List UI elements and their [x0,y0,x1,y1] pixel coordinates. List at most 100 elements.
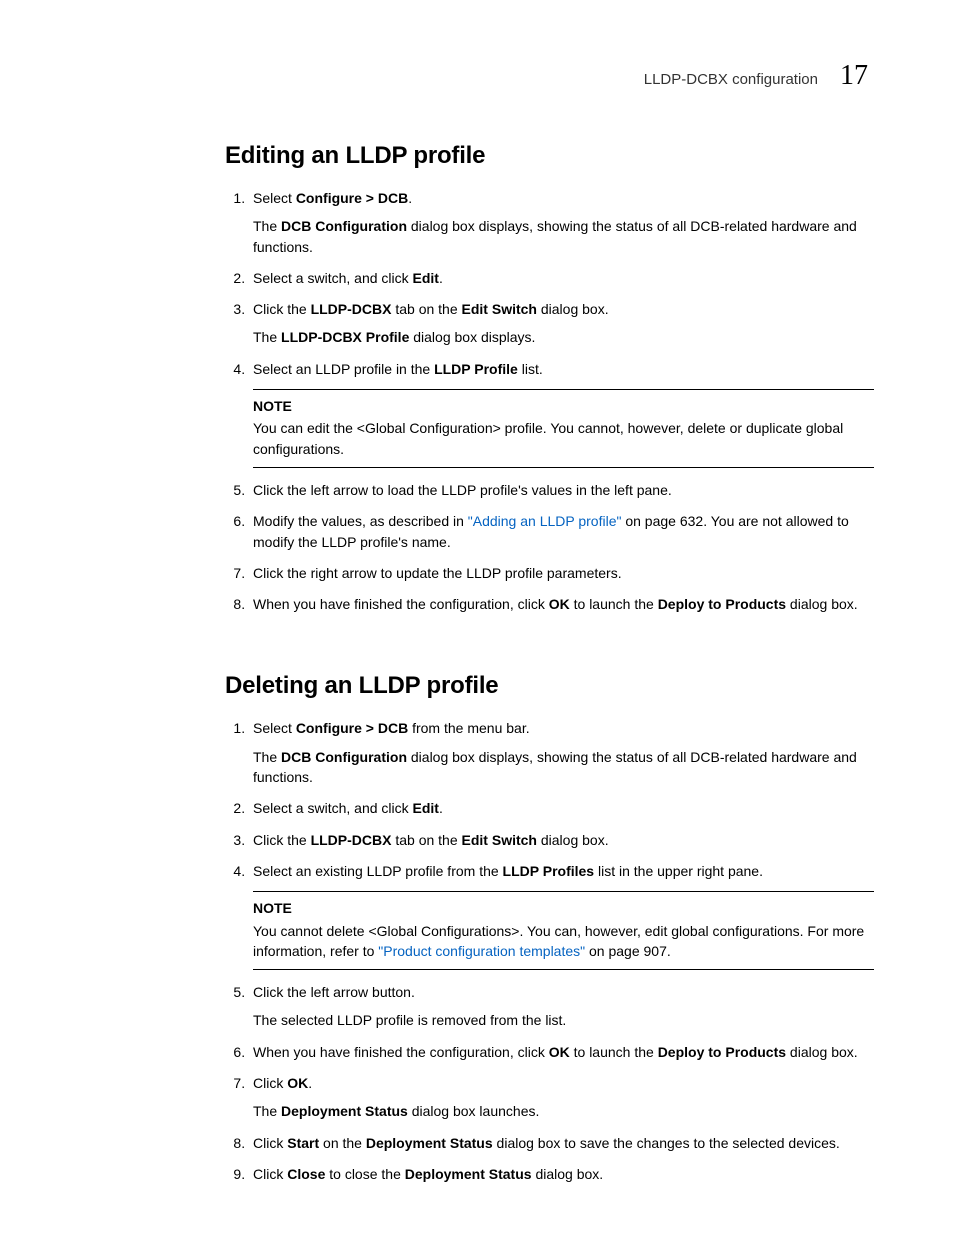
text: Click [253,1166,287,1182]
text: dialog box. [537,301,609,317]
text: The [253,1103,281,1119]
section-title: Editing an LLDP profile [225,142,874,170]
text: The [253,749,281,765]
bold: DCB Configuration [281,749,407,765]
page: LLDP-DCBX configuration 17 Editing an LL… [0,0,954,1252]
bold: LLDP-DCBX [311,301,392,317]
text: Click the left arrow to load the LLDP pr… [253,482,672,498]
text: dialog box. [532,1166,604,1182]
text: Click the left arrow button. [253,984,415,1000]
text: to launch the [570,596,658,612]
step-5: Click the left arrow to load the LLDP pr… [249,480,874,500]
text: . [308,1075,312,1091]
sub-text: The DCB Configuration dialog box display… [253,216,874,257]
steps-list: Select Configure > DCB from the menu bar… [249,718,874,1184]
step-6: When you have finished the configuration… [249,1042,874,1062]
text: dialog box to save the changes to the se… [493,1135,840,1151]
bold: Edit Switch [462,301,537,317]
note-text: You can edit the <Global Configuration> … [253,420,843,456]
step-7: Click OK. The Deployment Status dialog b… [249,1073,874,1122]
text: dialog box. [786,1044,858,1060]
bold: OK [549,596,570,612]
step-2: Select a switch, and click Edit. [249,798,874,818]
text: Click the [253,832,311,848]
text: list in the upper right pane. [594,863,763,879]
text: Click [253,1135,287,1151]
text: Select a switch, and click [253,270,413,286]
xref-link[interactable]: "Adding an LLDP profile" [468,513,622,529]
text: . [408,190,412,206]
sub-text: The selected LLDP profile is removed fro… [253,1010,874,1030]
text: dialog box. [537,832,609,848]
text: from the menu bar. [408,720,529,736]
text: Click the right arrow to update the LLDP… [253,565,622,581]
step-3: Click the LLDP-DCBX tab on the Edit Swit… [249,299,874,348]
text: Click [253,1075,287,1091]
text: Select [253,720,296,736]
section-title: Deleting an LLDP profile [225,672,874,700]
text: Select an LLDP profile in the [253,361,434,377]
text: Click the [253,301,311,317]
text: tab on the [391,832,461,848]
text: to close the [325,1166,404,1182]
text: dialog box displays. [409,329,535,345]
bold: Deployment Status [366,1135,493,1151]
step-1: Select Configure > DCB. The DCB Configur… [249,188,874,257]
step-4: Select an existing LLDP profile from the… [249,861,874,970]
bold: Deploy to Products [658,1044,786,1060]
step-2: Select a switch, and click Edit. [249,268,874,288]
bold: LLDP Profiles [503,863,595,879]
text: Modify the values, as described in [253,513,468,529]
section-editing: Editing an LLDP profile Select Configure… [225,142,874,614]
note-box: NOTE You cannot delete <Global Configura… [253,891,874,970]
bold: OK [287,1075,308,1091]
step-5: Click the left arrow button. The selecte… [249,982,874,1031]
step-7: Click the right arrow to update the LLDP… [249,563,874,583]
text: on the [319,1135,366,1151]
text: Select a switch, and click [253,800,413,816]
step-3: Click the LLDP-DCBX tab on the Edit Swit… [249,830,874,850]
sub-text: The DCB Configuration dialog box display… [253,747,874,788]
bold: Configure > DCB [296,190,408,206]
xref-link[interactable]: "Product configuration templates" [378,943,585,959]
bold: Edit [413,270,439,286]
text: . [439,270,443,286]
bold: Deployment Status [405,1166,532,1182]
text: When you have finished the configuration… [253,1044,549,1060]
bold: Deploy to Products [658,596,786,612]
step-6: Modify the values, as described in "Addi… [249,511,874,552]
page-header: LLDP-DCBX configuration 17 [100,60,874,92]
sub-text: The LLDP-DCBX Profile dialog box display… [253,327,874,347]
note-text: on page 907. [585,943,671,959]
bold: Edit [413,800,439,816]
text: to launch the [570,1044,658,1060]
bold: LLDP-DCBX Profile [281,329,409,345]
text: dialog box. [786,596,858,612]
steps-list: Select Configure > DCB. The DCB Configur… [249,188,874,614]
step-1: Select Configure > DCB from the menu bar… [249,718,874,787]
step-9: Click Close to close the Deployment Stat… [249,1164,874,1184]
step-8: Click Start on the Deployment Status dia… [249,1133,874,1153]
breadcrumb: LLDP-DCBX configuration [644,71,818,88]
bold: DCB Configuration [281,218,407,234]
text: Select [253,190,296,206]
text: dialog box launches. [408,1103,540,1119]
chapter-number: 17 [840,60,868,92]
bold: OK [549,1044,570,1060]
sub-text: The Deployment Status dialog box launche… [253,1101,874,1121]
bold: Edit Switch [462,832,537,848]
step-8: When you have finished the configuration… [249,594,874,614]
section-deleting: Deleting an LLDP profile Select Configur… [225,672,874,1184]
note-label: NOTE [253,396,874,416]
note-label: NOTE [253,898,874,918]
text: list. [518,361,543,377]
bold: Deployment Status [281,1103,408,1119]
text: When you have finished the configuration… [253,596,549,612]
note-box: NOTE You can edit the <Global Configurat… [253,389,874,468]
text: The [253,329,281,345]
text: . [439,800,443,816]
bold: Configure > DCB [296,720,408,736]
step-4: Select an LLDP profile in the LLDP Profi… [249,359,874,468]
bold: LLDP-DCBX [311,832,392,848]
text: Select an existing LLDP profile from the [253,863,503,879]
